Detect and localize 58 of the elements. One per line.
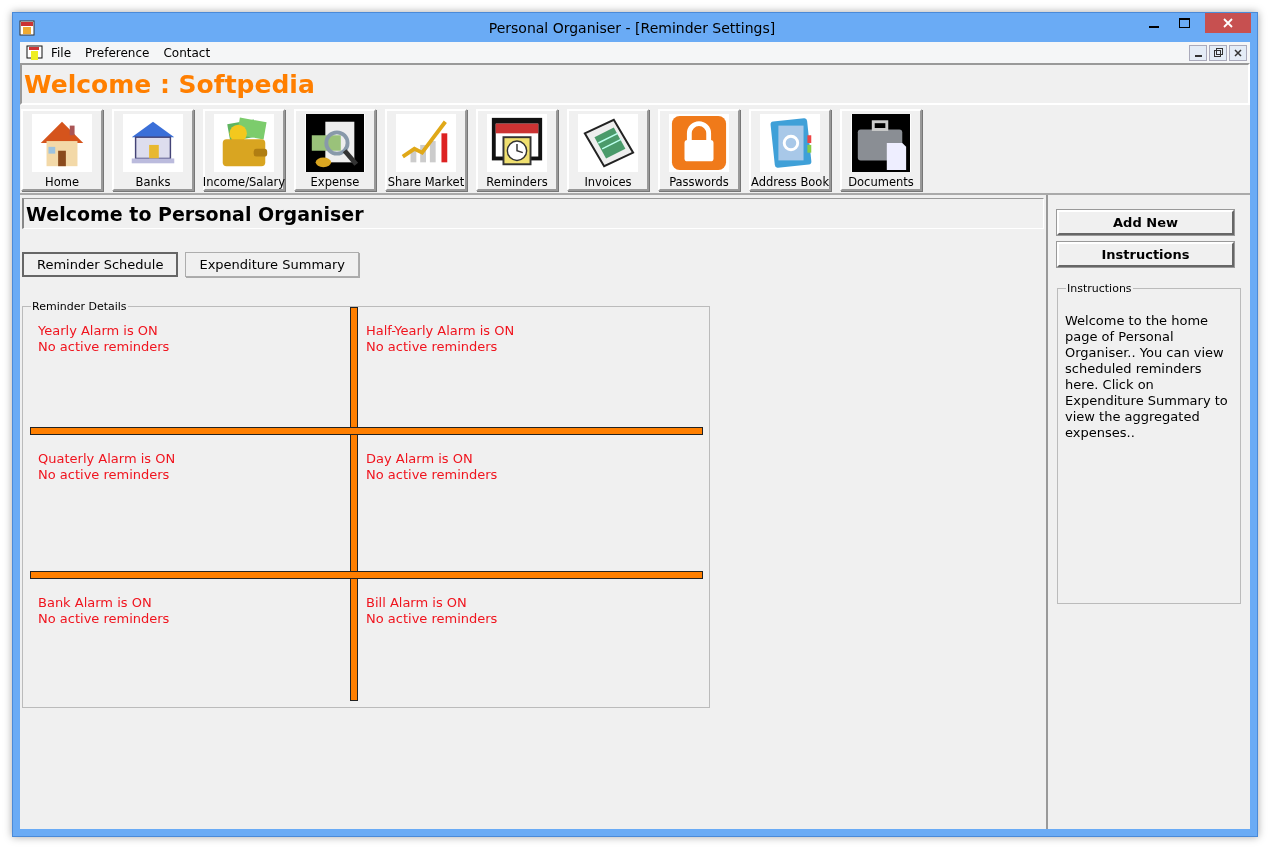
- toolbar-button[interactable]: Invoices: [567, 109, 649, 191]
- toolbar-button[interactable]: Income/Salary: [203, 109, 285, 191]
- group-title: Instructions: [1066, 282, 1133, 295]
- group-title: Reminder Details: [31, 300, 128, 313]
- splitter-bar[interactable]: [350, 307, 358, 701]
- toolbar-button[interactable]: Reminders: [476, 109, 558, 191]
- restore-button[interactable]: [1209, 44, 1227, 61]
- page-title: Welcome to Personal Organiser: [26, 202, 364, 225]
- bank-icon: [123, 114, 183, 172]
- alarm-status: Day Alarm is ON: [366, 451, 473, 467]
- instructions-text: Welcome to the home page of Personal Organiser.. You can view scheduled reminders here. Click on Expenditure Summary to view the aggregated expenses..: [1065, 313, 1229, 441]
- alarm-status: Yearly Alarm is ON: [38, 323, 158, 339]
- close-icon: [1223, 18, 1233, 28]
- menu-item[interactable]: Contact: [156, 45, 218, 60]
- action-button[interactable]: Add New: [1057, 210, 1234, 235]
- toolbar-button[interactable]: Home: [21, 109, 103, 191]
- calendar-clock-icon: [487, 114, 547, 172]
- minimize-button[interactable]: [1189, 44, 1207, 61]
- tab[interactable]: Expenditure Summary: [185, 252, 360, 277]
- menu-item[interactable]: File: [44, 45, 79, 60]
- briefcase-icon: [851, 114, 911, 172]
- house-icon: [32, 114, 92, 172]
- welcome-heading: Welcome : Softpedia: [24, 69, 315, 99]
- reminder-status: No active reminders: [38, 611, 170, 627]
- action-button[interactable]: Instructions: [1057, 242, 1234, 267]
- toolbar-button[interactable]: Share Market: [385, 109, 467, 191]
- menu-item[interactable]: Preference: [78, 45, 157, 60]
- toolbar-button[interactable]: Documents: [840, 109, 922, 191]
- app-icon: [19, 19, 35, 36]
- maximize-icon: [1178, 18, 1190, 28]
- reminder-status: No active reminders: [366, 467, 498, 483]
- alarm-status: Bank Alarm is ON: [38, 595, 152, 611]
- close-icon: [1234, 48, 1242, 57]
- wallet-icon: [214, 114, 274, 172]
- padlock-icon: [669, 114, 729, 172]
- invoice-icon: [578, 114, 638, 172]
- toolbar-button[interactable]: Banks: [112, 109, 194, 191]
- alarm-status: Quaterly Alarm is ON: [38, 451, 176, 467]
- alarm-status: Half-Yearly Alarm is ON: [366, 323, 515, 339]
- minimize-icon: [1149, 26, 1159, 28]
- chart-icon: [396, 114, 456, 172]
- alarm-status: Bill Alarm is ON: [366, 595, 467, 611]
- minimize-icon: [1194, 54, 1202, 57]
- splitter-bar[interactable]: [30, 571, 703, 579]
- window-title: Personal Organiser - [Reminder Settings]: [487, 19, 777, 36]
- toolbar-button[interactable]: Address Book: [749, 109, 831, 191]
- splitter-bar[interactable]: [30, 427, 703, 435]
- toolbar-button[interactable]: Passwords: [658, 109, 740, 191]
- restore-icon: [1213, 48, 1223, 57]
- reminder-status: No active reminders: [38, 467, 170, 483]
- magnifier-icon: [305, 114, 365, 172]
- reminder-status: No active reminders: [38, 339, 170, 355]
- toolbar-button[interactable]: Expense: [294, 109, 376, 191]
- address-book-icon: [760, 114, 820, 172]
- reminder-status: No active reminders: [366, 611, 498, 627]
- close-button[interactable]: [1229, 44, 1247, 61]
- reminder-status: No active reminders: [366, 339, 498, 355]
- tab[interactable]: Reminder Schedule: [22, 252, 179, 277]
